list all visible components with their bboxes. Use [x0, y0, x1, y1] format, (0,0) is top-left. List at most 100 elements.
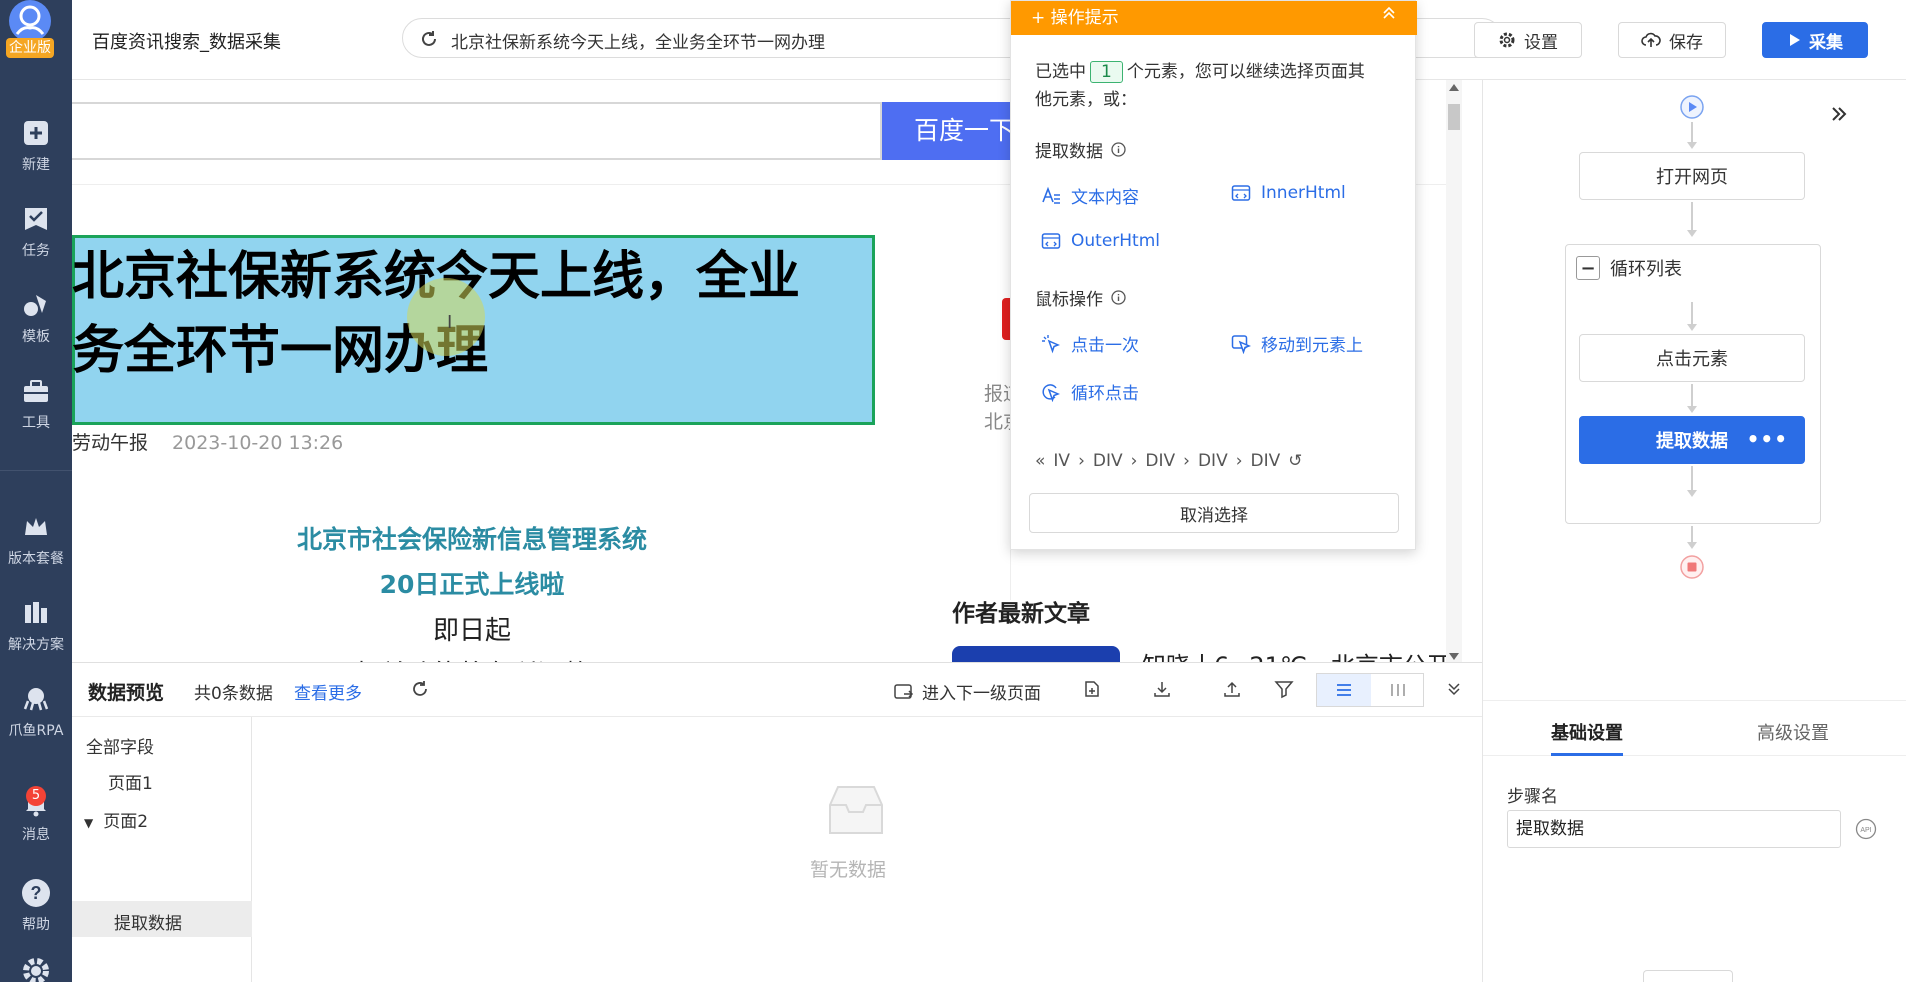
scroll-up-arrow-icon[interactable]: [1449, 84, 1459, 91]
hover-action[interactable]: 移动到元素上: [1231, 331, 1363, 356]
tab-basic-settings[interactable]: 基础设置: [1551, 719, 1623, 745]
content-line-4: 相关功能将有所调整: [72, 654, 872, 662]
loop-click-icon: [1041, 382, 1061, 402]
nav-label: 消息: [22, 827, 50, 843]
tab-advanced-settings[interactable]: 高级设置: [1757, 719, 1829, 745]
undo-icon[interactable]: ↺: [1288, 451, 1302, 471]
selection-prefix: 已选中: [1035, 62, 1086, 82]
article-preview-title[interactable]: 知晓丨6~21℃，北京市公开: [1142, 646, 1451, 662]
preview-title: 数据预览: [88, 682, 165, 704]
tree-node-page2[interactable]: ▼ 页面2: [84, 807, 148, 832]
tree-node-extract[interactable]: 提取数据: [114, 909, 182, 934]
nav-label: 解决方案: [8, 637, 64, 653]
article-thumbnail[interactable]: [952, 646, 1120, 662]
field-tree: 全部字段 页面1 ▼ 页面2 提取数据: [72, 717, 252, 982]
selection-info: 已选中 1 个元素，您可以继续选择页面其: [1035, 57, 1365, 83]
add-field-icon[interactable]: [1080, 677, 1104, 701]
info-icon[interactable]: [1111, 142, 1126, 157]
html-icon: [1041, 231, 1061, 251]
next-page-icon: [894, 683, 914, 701]
popup-header[interactable]: + 操作提示: [1011, 1, 1417, 35]
settings-tabs: 基础设置 高级设置: [1483, 700, 1906, 756]
gear-icon: [1498, 31, 1516, 49]
inner-html-action[interactable]: InnerHtml: [1231, 183, 1346, 203]
more-options-icon[interactable]: •••: [1747, 427, 1788, 451]
save-button[interactable]: 保存: [1618, 22, 1726, 58]
flow-arrow-icon: [1687, 324, 1697, 331]
settings-button[interactable]: 设置: [1474, 22, 1582, 58]
download-icon[interactable]: [1150, 677, 1174, 701]
flow-node-extract-data[interactable]: 提取数据 •••: [1579, 416, 1805, 464]
flow-node-open-page[interactable]: 打开网页: [1579, 152, 1805, 200]
empty-state-text: 暂无数据: [810, 859, 887, 881]
webview-scrollbar[interactable]: [1446, 80, 1462, 662]
top-toolbar: 百度资讯搜索_数据采集 北京社保新系统今天上线，全业务全环节一网办理 设置 保存…: [72, 0, 1906, 80]
start-play-icon[interactable]: [1679, 94, 1705, 120]
collapse-minus-icon[interactable]: −: [1576, 256, 1600, 280]
text-content-action[interactable]: 文本内容: [1041, 183, 1139, 208]
step-name-label: 步骤名: [1507, 787, 1558, 807]
info-icon[interactable]: [1111, 290, 1126, 305]
view-mode-toggle[interactable]: [1316, 673, 1424, 707]
loop-click-action[interactable]: 循环点击: [1041, 379, 1139, 404]
upload-icon[interactable]: [1220, 677, 1244, 701]
double-chevron-right-icon[interactable]: [1827, 102, 1851, 126]
collect-button[interactable]: 采集: [1762, 22, 1868, 58]
action-tips-popup: + 操作提示 已选中 1 个元素，您可以继续选择页面其 他元素，或： 提取数据 文本…: [1010, 0, 1417, 550]
flow-arrow-icon: [1687, 142, 1697, 149]
cancel-selection-button[interactable]: 取消选择: [1029, 493, 1399, 533]
nav-item-plans[interactable]: 版本套餐: [0, 508, 72, 578]
nav-item-solutions[interactable]: 解决方案: [0, 594, 72, 664]
nav-item-template[interactable]: 模板: [0, 286, 72, 356]
end-stop-icon[interactable]: [1679, 554, 1705, 580]
baidu-search-input[interactable]: [72, 102, 882, 160]
nav-item-help[interactable]: ? 帮助: [0, 874, 72, 944]
list-view-icon[interactable]: [1317, 674, 1371, 706]
collect-label: 采集: [1809, 32, 1843, 53]
nav-item-tools[interactable]: 工具: [0, 372, 72, 442]
flow-node-click-element[interactable]: 点击元素: [1579, 334, 1805, 382]
nav-item-task[interactable]: 任务: [0, 200, 72, 270]
enter-next-level-button[interactable]: 进入下一级页面: [894, 679, 1041, 704]
page2-label: 页面2: [103, 812, 149, 832]
click-once-action[interactable]: 点击一次: [1041, 331, 1139, 356]
outer-html-action[interactable]: OuterHtml: [1041, 231, 1160, 251]
path-segment[interactable]: DIV: [1145, 451, 1175, 471]
filter-icon[interactable]: [1272, 677, 1296, 701]
collapse-up-icon[interactable]: [1381, 5, 1397, 21]
path-segment[interactable]: DIV: [1251, 451, 1281, 471]
column-view-icon[interactable]: [1371, 674, 1425, 706]
selected-count: 1: [1090, 61, 1123, 83]
selection-info-line2: 他元素，或：: [1035, 90, 1137, 110]
nav-item-new[interactable]: 新建: [0, 114, 72, 184]
flow-node-loop-list[interactable]: − 循环列表: [1565, 244, 1821, 524]
step-name-input[interactable]: 提取数据: [1507, 810, 1841, 848]
left-sidebar: 企业版 新建 任务 模板 工具 版本套餐 解决方案 爪鱼RPA 消息 5 ? 帮…: [0, 0, 72, 982]
view-more-link[interactable]: 查看更多: [294, 679, 362, 704]
app-window: 企业版 新建 任务 模板 工具 版本套餐 解决方案 爪鱼RPA 消息 5 ? 帮…: [0, 0, 1906, 982]
article-meta: 劳动午报 2023-10-20 13:26: [72, 428, 343, 455]
cloud-upload-icon: [1641, 31, 1661, 49]
scroll-down-arrow-icon[interactable]: [1449, 653, 1459, 660]
tree-node-page1[interactable]: 页面1: [108, 769, 153, 794]
path-segment[interactable]: IV: [1053, 451, 1070, 471]
workflow-panel: 打开网页 − 循环列表 点击元素 提取数据 ••• 基础设置 高级设置 步骤名: [1482, 80, 1906, 982]
content-line-2: 20日正式上线啦: [379, 570, 565, 599]
double-chevron-left-icon[interactable]: «: [1035, 451, 1045, 471]
settings-gear-icon[interactable]: [21, 956, 51, 982]
scrollbar-thumb[interactable]: [1448, 104, 1460, 130]
refresh-icon[interactable]: [410, 679, 430, 699]
mouse-action-section: 鼠标操作: [1035, 285, 1126, 310]
api-icon[interactable]: API: [1855, 818, 1877, 840]
refresh-icon[interactable]: [419, 29, 439, 49]
plus-icon: [21, 118, 51, 148]
path-segment[interactable]: DIV: [1093, 451, 1123, 471]
path-segment[interactable]: DIV: [1198, 451, 1228, 471]
settings-label: 设置: [1524, 32, 1558, 53]
nav-item-rpa[interactable]: 爪鱼RPA: [0, 680, 72, 750]
collapse-down-icon[interactable]: [1442, 677, 1466, 701]
tree-node-all-fields[interactable]: 全部字段: [86, 733, 154, 758]
panel-bottom-button[interactable]: [1643, 970, 1733, 982]
nav-label: 任务: [22, 243, 50, 259]
app-logo[interactable]: 企业版: [6, 0, 56, 58]
